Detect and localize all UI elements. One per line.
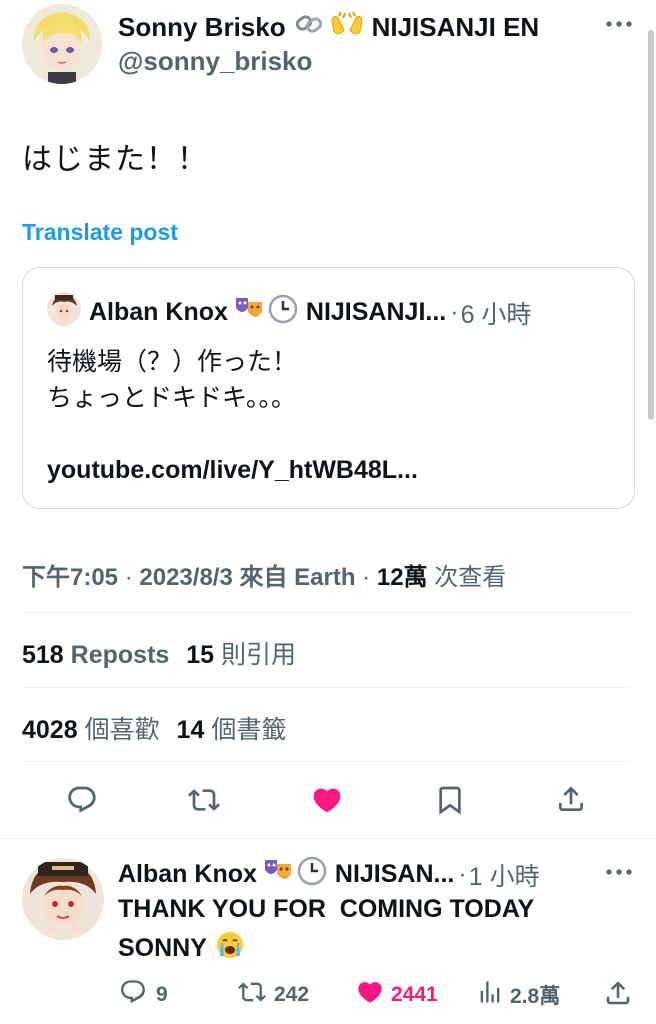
likes-stat[interactable]: 4028 個喜歡 bbox=[22, 716, 167, 744]
stats-row-likes: 4028 個喜歡 14 個書籤 bbox=[22, 710, 286, 746]
share-icon[interactable] bbox=[555, 782, 587, 816]
like-count: 2441 bbox=[391, 983, 438, 1006]
quoted-tweet-card[interactable]: Alban Knox NIJISANJI... · 6 小時 待機場（？）作った… bbox=[22, 267, 635, 509]
translate-post-link[interactable]: Translate post bbox=[22, 219, 178, 246]
tweet-meta: 下午7:05 · 2023/8/3 來自 Earth · 12萬 次查看 bbox=[22, 557, 506, 592]
quote-time-sep: · bbox=[450, 298, 459, 326]
more-options-icon[interactable] bbox=[604, 862, 634, 887]
repost-count: 242 bbox=[274, 983, 310, 1006]
bookmarks-stat[interactable]: 14 個書籤 bbox=[177, 716, 287, 744]
quote-time: 6 小時 bbox=[460, 300, 532, 329]
reply-time: 1 小時 bbox=[468, 862, 540, 891]
quote-author-suffix: NIJISANJI... bbox=[305, 298, 447, 326]
heart-filled-icon[interactable] bbox=[309, 784, 345, 816]
author-suffix: NIJISANJI EN bbox=[371, 12, 540, 42]
likes-count: 4028 bbox=[22, 716, 78, 744]
bookmarks-label: 個書籤 bbox=[211, 716, 287, 744]
bookmarks-count: 14 bbox=[176, 716, 205, 744]
heart-filled-icon bbox=[355, 978, 385, 1012]
reply-author-name[interactable]: Alban Knox bbox=[118, 860, 257, 889]
reply-likes-action[interactable]: 2441 bbox=[355, 978, 438, 1012]
views-chart-icon bbox=[476, 978, 504, 1012]
views-count: 12萬 bbox=[376, 564, 428, 591]
palms-up-emoji-icon bbox=[330, 10, 364, 45]
reply-views-action[interactable]: 2.8萬 bbox=[476, 978, 560, 1012]
repost-icon[interactable] bbox=[186, 784, 222, 816]
divider bbox=[22, 612, 634, 613]
author-avatar[interactable] bbox=[22, 4, 102, 84]
tweet-time[interactable]: 下午7:05 bbox=[22, 564, 118, 591]
reply-header: Alban Knox NIJISAN... · 1 小時 bbox=[118, 856, 540, 893]
reply-replies-action[interactable]: 9 bbox=[118, 978, 168, 1012]
scrollbar[interactable] bbox=[648, 30, 654, 420]
reposts-label: Reposts bbox=[70, 641, 170, 669]
quotes-count: 15 bbox=[186, 641, 215, 669]
quote-text-line1: 待機場（？）作った！ bbox=[47, 348, 298, 376]
reposts-stat[interactable]: 518 Reposts bbox=[22, 641, 176, 669]
share-icon[interactable] bbox=[603, 978, 633, 1013]
clock-emoji-icon bbox=[268, 294, 298, 331]
quote-link[interactable]: youtube.com/live/Y_htWB48L... bbox=[47, 456, 418, 485]
performing-arts-emoji-icon bbox=[263, 856, 293, 893]
reply-icon[interactable] bbox=[65, 784, 99, 816]
performing-arts-emoji-icon bbox=[234, 294, 264, 331]
tweet-source: 來自 Earth bbox=[239, 564, 356, 591]
views-label: 次查看 bbox=[434, 564, 507, 591]
reply-count: 9 bbox=[156, 983, 168, 1006]
quote-text-line2: ちょっとドキドキ。。。 bbox=[47, 384, 297, 412]
divider bbox=[22, 761, 630, 762]
views-count-reply: 2.8萬 bbox=[510, 985, 561, 1008]
reply-author-suffix: NIJISAN... bbox=[334, 860, 455, 888]
tweet-text: はじまた！！ bbox=[22, 143, 208, 176]
reply-text-line2-wrap: SONNY bbox=[118, 930, 245, 967]
quote-author-name: Alban Knox bbox=[89, 298, 228, 326]
reply-time-sep: · bbox=[458, 860, 467, 888]
clock-emoji-icon bbox=[297, 856, 327, 893]
bookmark-icon[interactable] bbox=[434, 784, 466, 816]
stats-row-reposts: 518 Reposts 15 則引用 bbox=[22, 635, 296, 671]
quote-author-avatar bbox=[47, 292, 81, 326]
quotes-label: 則引用 bbox=[221, 641, 297, 669]
reply-text-line1: THANK YOU FOR COMING TODAY bbox=[118, 895, 535, 923]
divider bbox=[0, 838, 656, 839]
author-handle[interactable]: @sonny_brisko bbox=[118, 46, 312, 77]
crying-face-emoji-icon bbox=[215, 930, 245, 967]
repost-icon bbox=[236, 978, 268, 1012]
likes-label: 個喜歡 bbox=[84, 716, 160, 744]
link-emoji-icon bbox=[294, 11, 324, 44]
reposts-count: 518 bbox=[22, 641, 64, 669]
reply-icon bbox=[118, 978, 148, 1012]
reply-author-avatar[interactable] bbox=[22, 858, 104, 940]
meta-sep-2: · bbox=[362, 564, 371, 591]
tweet-date[interactable]: 2023/8/3 bbox=[139, 564, 232, 591]
author-name-line[interactable]: Sonny Brisko NIJISANJI EN bbox=[118, 10, 539, 45]
reply-text-line2: SONNY bbox=[118, 934, 207, 962]
meta-sep-1: · bbox=[124, 564, 133, 591]
quote-header: Alban Knox NIJISANJI... · 6 小時 bbox=[89, 294, 531, 331]
author-name[interactable]: Sonny Brisko bbox=[118, 12, 286, 43]
reply-reposts-action[interactable]: 242 bbox=[236, 978, 309, 1012]
more-options-icon[interactable] bbox=[604, 14, 634, 39]
quotes-stat[interactable]: 15 則引用 bbox=[186, 641, 296, 669]
divider bbox=[22, 687, 630, 688]
